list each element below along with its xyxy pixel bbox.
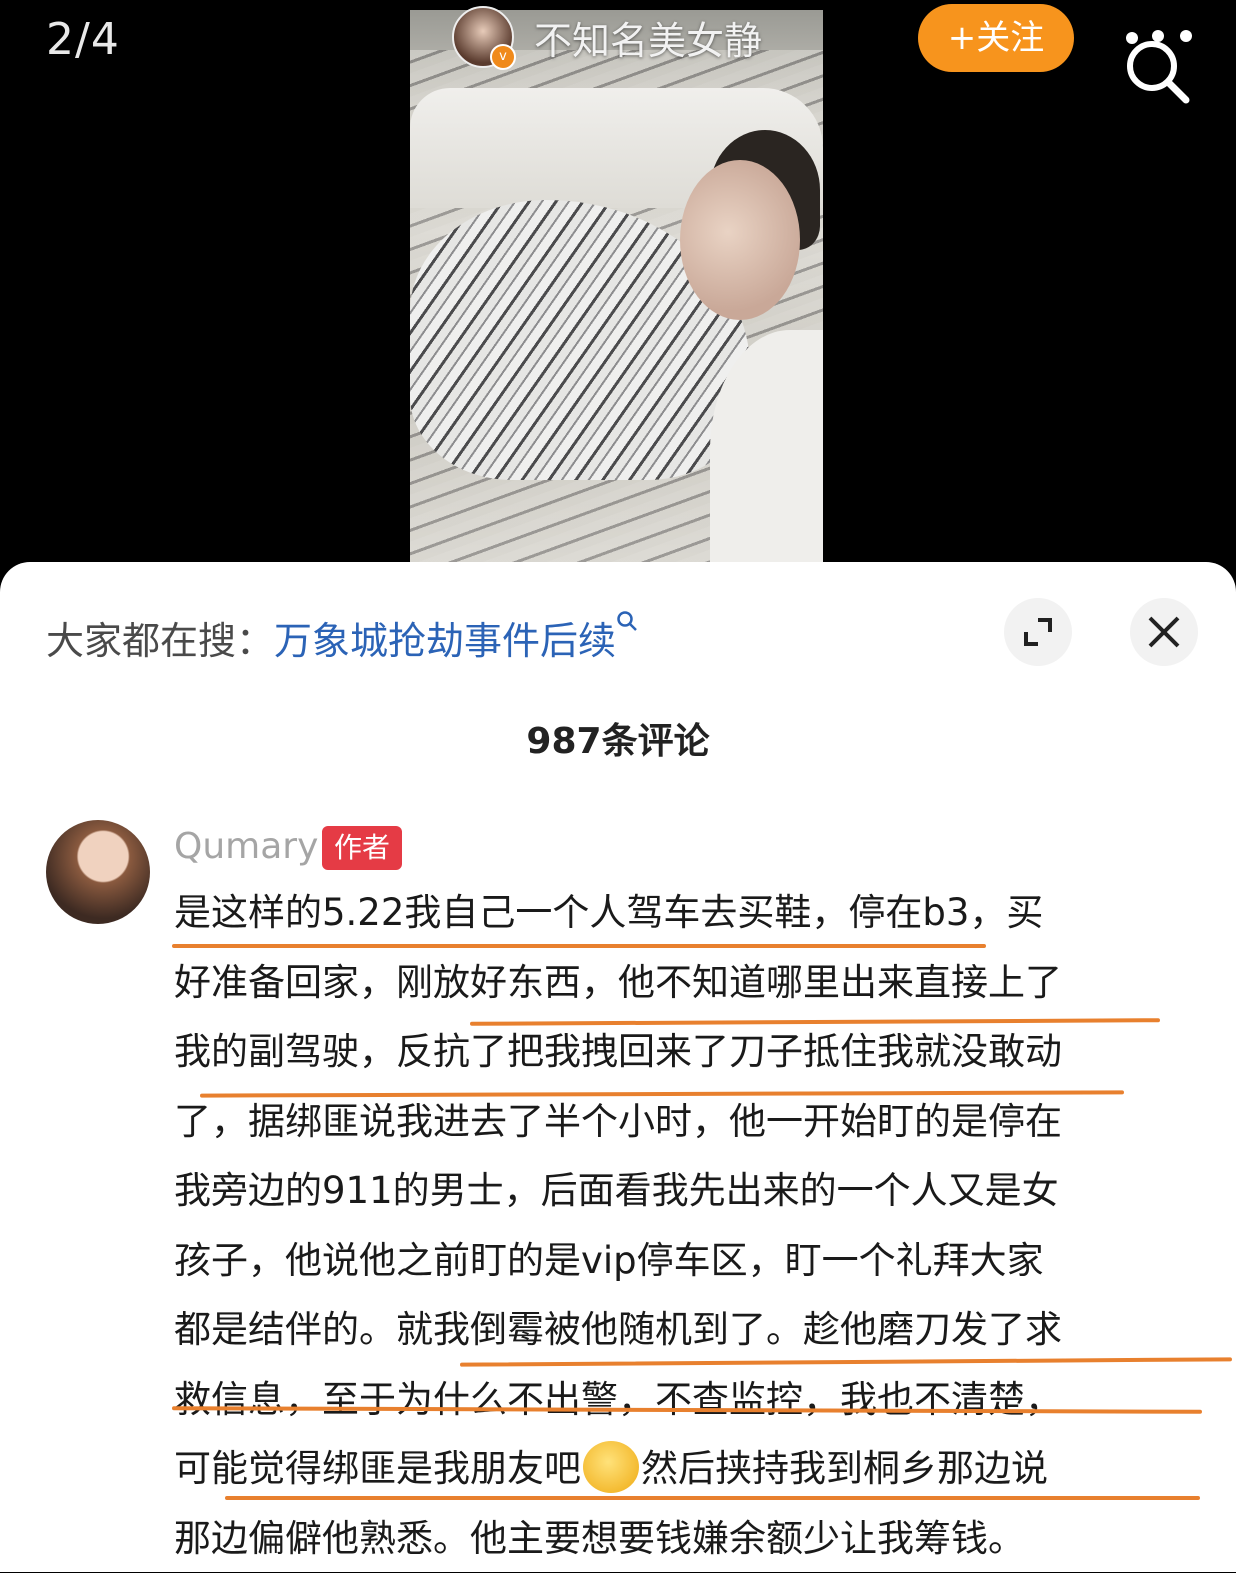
- hot-search-link[interactable]: 万象城抢劫事件后续: [274, 619, 616, 663]
- annotation-underline: [172, 944, 986, 948]
- hot-search-bar[interactable]: 大家都在搜：万象城抢劫事件后续: [46, 610, 638, 665]
- comment-line: 我的副驾驶，反抗了把我拽回来了刀子抵住我就没敢动: [174, 1017, 1194, 1087]
- photo-face: [680, 160, 800, 320]
- expand-button[interactable]: [1004, 598, 1072, 666]
- comment-line: 我旁边的911的男士，后面看我先出来的一个人又是女: [174, 1156, 1194, 1226]
- follow-button[interactable]: +关注: [918, 4, 1074, 72]
- comment-line: 都是结伴的。就我倒霉被他随机到了。趁他磨刀发了求: [174, 1295, 1194, 1365]
- comment-line: 可能觉得绑匪是我朋友吧 然后挟持我到桐乡那边说: [174, 1434, 1194, 1504]
- verified-icon: v: [490, 44, 516, 70]
- post-photo[interactable]: [410, 10, 823, 562]
- close-button[interactable]: [1130, 598, 1198, 666]
- comment-line-part: 可能觉得绑匪是我朋友吧: [174, 1447, 581, 1490]
- comment-sheet: 大家都在搜：万象城抢劫事件后续 987条评论 Qumary 作者 是这样的5.2…: [0, 562, 1236, 1572]
- comment-count: 987条评论: [0, 712, 1236, 764]
- page-indicator: 2/4: [46, 14, 120, 65]
- author-badge: 作者: [322, 826, 402, 870]
- search-small-icon: [616, 610, 638, 636]
- comment-line: 那边偏僻他熟悉。他主要想要钱嫌余额少让我筹钱。: [174, 1504, 1194, 1573]
- comment-line: 孩子，他说他之前盯的是vip停车区，盯一个礼拜大家: [174, 1226, 1194, 1296]
- author-avatar[interactable]: v: [452, 6, 514, 68]
- author-name[interactable]: 不知名美女静: [534, 10, 762, 65]
- search-icon[interactable]: [1118, 26, 1198, 106]
- comment-line-part: 然后挟持我到桐乡那边说: [641, 1447, 1048, 1490]
- commenter-avatar[interactable]: [46, 820, 150, 924]
- comment-text[interactable]: 是这样的5.22我自己一个人驾车去买鞋，停在b3，买 好准备回家，刚放好东西，他…: [174, 878, 1194, 1573]
- close-icon: [1144, 612, 1184, 652]
- emoji-icon: [583, 1441, 639, 1493]
- comment-line: 救信息，至于为什么不出警，不查监控，我也不清楚，: [174, 1365, 1194, 1435]
- comment-line: 是这样的5.22我自己一个人驾车去买鞋，停在b3，买: [174, 878, 1194, 948]
- annotation-underline: [225, 1496, 1200, 1500]
- comment-line: 好准备回家，刚放好东西，他不知道哪里出来直接上了: [174, 948, 1194, 1018]
- commenter-name[interactable]: Qumary: [174, 826, 318, 867]
- expand-icon: [1018, 612, 1058, 652]
- author-bar[interactable]: v 不知名美女静: [452, 6, 762, 68]
- hot-search-prefix: 大家都在搜：: [46, 619, 274, 663]
